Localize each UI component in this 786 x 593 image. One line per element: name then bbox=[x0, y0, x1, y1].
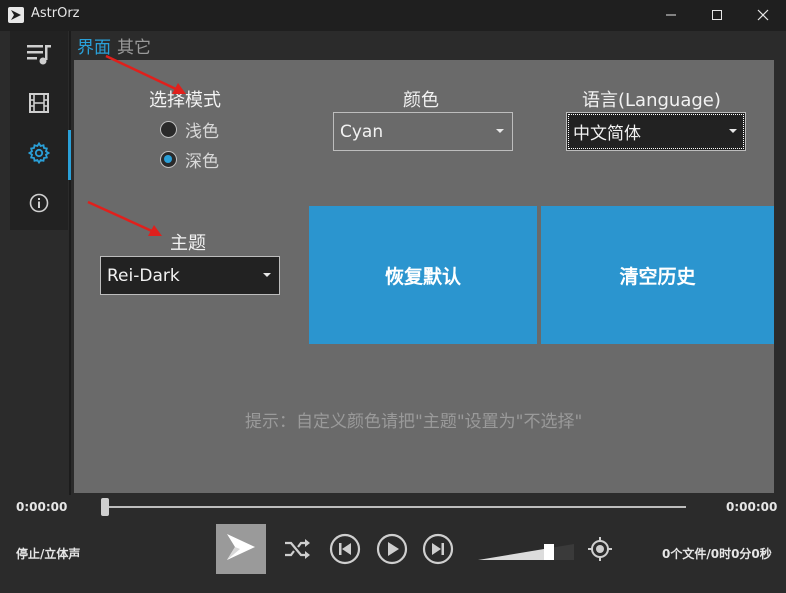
astrorz-logo-icon bbox=[224, 531, 258, 567]
volume-slider[interactable] bbox=[478, 544, 574, 560]
progress-thumb[interactable] bbox=[101, 498, 109, 516]
crosshair-icon bbox=[587, 536, 613, 566]
maximize-icon bbox=[711, 6, 723, 25]
sidebar-item-settings[interactable] bbox=[10, 131, 68, 179]
radio-dark[interactable]: 深色 bbox=[160, 147, 219, 172]
theme-select[interactable]: Rei-Dark bbox=[100, 256, 280, 295]
film-icon bbox=[28, 92, 50, 118]
theme-select-value: Rei-Dark bbox=[107, 265, 180, 286]
sidebar bbox=[10, 31, 68, 230]
app-logo-button[interactable] bbox=[216, 524, 266, 574]
language-select[interactable]: 中文简体 bbox=[566, 112, 746, 151]
progress-track[interactable] bbox=[106, 506, 686, 508]
radio-light-label: 浅色 bbox=[185, 122, 219, 142]
sidebar-item-playlist[interactable] bbox=[10, 32, 68, 80]
maximize-button[interactable] bbox=[694, 0, 740, 31]
current-time: 0:00:00 bbox=[16, 500, 68, 514]
radio-dark-label: 深色 bbox=[185, 152, 219, 172]
close-button[interactable] bbox=[740, 0, 786, 31]
previous-button[interactable] bbox=[329, 533, 361, 569]
theme-label: 主题 bbox=[170, 233, 206, 254]
sidebar-active-indicator bbox=[68, 130, 71, 180]
clear-history-button[interactable]: 清空历史 bbox=[541, 206, 774, 344]
sidebar-divider bbox=[69, 31, 71, 495]
next-button[interactable] bbox=[422, 533, 454, 569]
info-icon bbox=[29, 193, 49, 217]
settings-panel: 选择模式 浅色 深色 颜色 Cyan 语言(Language) 中文简体 主题 … bbox=[74, 54, 774, 493]
app-logo-icon bbox=[8, 7, 24, 23]
color-select-value: Cyan bbox=[340, 121, 384, 142]
color-select[interactable]: Cyan bbox=[333, 112, 513, 151]
annotation-arrow-icon bbox=[87, 200, 162, 236]
gear-icon bbox=[27, 141, 51, 168]
close-icon bbox=[757, 6, 769, 25]
chevron-down-icon bbox=[263, 273, 271, 277]
radio-light[interactable]: 浅色 bbox=[160, 117, 219, 142]
language-label: 语言(Language) bbox=[582, 90, 721, 111]
language-select-value: 中文简体 bbox=[573, 124, 641, 144]
annotation-arrow-icon bbox=[105, 54, 186, 94]
playlist-icon bbox=[26, 42, 52, 70]
play-icon bbox=[376, 533, 408, 569]
shuffle-icon bbox=[283, 537, 311, 565]
total-time: 0:00:00 bbox=[726, 500, 778, 514]
radio-dark-indicator bbox=[160, 151, 177, 168]
title-bar: AstrOrz bbox=[0, 0, 786, 31]
minimize-icon bbox=[665, 6, 677, 25]
file-info: 0个文件/0时0分0秒 bbox=[662, 547, 772, 561]
chevron-down-icon bbox=[729, 129, 737, 133]
sidebar-item-video[interactable] bbox=[10, 81, 68, 129]
reset-defaults-button[interactable]: 恢复默认 bbox=[309, 206, 537, 344]
skip-next-icon bbox=[422, 533, 454, 569]
play-button[interactable] bbox=[376, 533, 408, 569]
color-label: 颜色 bbox=[403, 90, 439, 111]
app-title: AstrOrz bbox=[31, 6, 80, 21]
minimize-button[interactable] bbox=[648, 0, 694, 31]
shuffle-button[interactable] bbox=[281, 535, 313, 567]
hint-text: 提示：自定义颜色请把"主题"设置为"不选择" bbox=[245, 412, 583, 432]
chevron-down-icon bbox=[496, 129, 504, 133]
radio-light-indicator bbox=[160, 121, 177, 138]
playback-status: 停止/立体声 bbox=[16, 547, 81, 561]
locate-button[interactable] bbox=[584, 535, 616, 567]
skip-previous-icon bbox=[329, 533, 361, 569]
sidebar-item-about[interactable] bbox=[10, 181, 68, 229]
